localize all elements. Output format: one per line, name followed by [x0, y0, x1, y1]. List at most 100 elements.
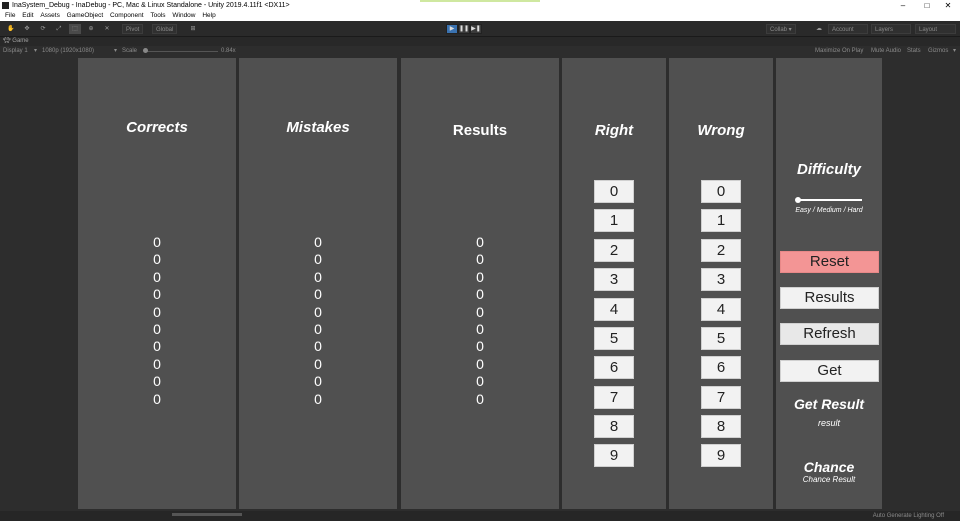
mistakes-value: 0: [314, 268, 322, 285]
wrong-button-5[interactable]: 5: [701, 327, 741, 350]
rect-tool-icon[interactable]: ⬚: [69, 24, 81, 34]
cloud-icon[interactable]: ☁: [812, 24, 826, 34]
window-title-bar: InaSystem_Debug - InaDebug - PC, Mac & L…: [0, 0, 960, 11]
results-button[interactable]: Results: [780, 287, 879, 309]
wrong-button-2[interactable]: 2: [701, 239, 741, 262]
difficulty-slider-track[interactable]: [798, 199, 862, 201]
results-panel: Results 0 0 0 0 0 0 0 0 0 0: [401, 58, 559, 509]
mistakes-value: 0: [314, 355, 322, 372]
menu-window[interactable]: Window: [172, 11, 195, 21]
right-button-7[interactable]: 7: [594, 386, 634, 409]
menu-file[interactable]: File: [5, 11, 15, 21]
game-tab[interactable]: 👾︎ Game: [0, 37, 960, 46]
move-tool-icon[interactable]: ✥: [22, 24, 32, 34]
right-button-8[interactable]: 8: [594, 415, 634, 438]
hand-tool-icon[interactable]: ✋: [6, 24, 16, 34]
right-button-6[interactable]: 6: [594, 356, 634, 379]
wrong-button-9[interactable]: 9: [701, 444, 741, 467]
right-button-5[interactable]: 5: [594, 327, 634, 350]
horizontal-scrollbar[interactable]: [172, 513, 242, 516]
menu-bar: File Edit Assets GameObject Component To…: [0, 11, 960, 21]
corrects-value: 0: [153, 303, 161, 320]
gizmos-dropdown[interactable]: Gizmos: [928, 46, 948, 56]
results-value: 0: [476, 355, 484, 372]
rotate-tool-icon[interactable]: ⟳: [38, 24, 48, 34]
mistakes-values: 0 0 0 0 0 0 0 0 0 0: [239, 234, 397, 408]
chance-title: Chance: [803, 459, 855, 475]
chance-value: Chance Result: [802, 475, 856, 484]
wrong-button-7[interactable]: 7: [701, 386, 741, 409]
corrects-value: 0: [153, 338, 161, 355]
menu-help[interactable]: Help: [202, 11, 215, 21]
right-button-9[interactable]: 9: [594, 444, 634, 467]
global-toggle[interactable]: Global: [152, 24, 178, 34]
difficulty-slider-handle[interactable]: [795, 197, 801, 203]
scale-slider-track[interactable]: [146, 51, 218, 52]
wrong-button-0[interactable]: 0: [701, 180, 741, 203]
right-title: Right: [594, 122, 634, 139]
pivot-toggle[interactable]: Pivot: [122, 24, 144, 34]
dropdown-arrow-icon: ▾: [953, 48, 957, 54]
corrects-value: 0: [153, 355, 161, 372]
window-title: InaSystem_Debug - InaDebug - PC, Mac & L…: [12, 2, 290, 9]
wrong-panel: Wrong 0 1 2 3 4 5 6 7 8 9: [669, 58, 773, 509]
corrects-value: 0: [153, 320, 161, 337]
results-value: 0: [476, 338, 484, 355]
right-button-2[interactable]: 2: [594, 239, 634, 262]
title-highlight: [420, 0, 540, 2]
right-button-0[interactable]: 0: [594, 180, 634, 203]
account-dropdown[interactable]: Account: [828, 24, 868, 34]
corrects-value: 0: [153, 286, 161, 303]
scale-tool-icon[interactable]: ⤢: [54, 24, 64, 34]
minimize-button[interactable]: –: [893, 0, 913, 11]
pause-icon[interactable]: ❚❚: [458, 24, 470, 34]
wrong-button-6[interactable]: 6: [701, 356, 741, 379]
wrong-button-8[interactable]: 8: [701, 415, 741, 438]
corrects-value: 0: [153, 251, 161, 268]
corrects-value: 0: [153, 373, 161, 390]
reset-button[interactable]: Reset: [780, 251, 879, 273]
scale-value: 0.84x: [221, 48, 236, 54]
results-value: 0: [476, 373, 484, 390]
layers-dropdown[interactable]: Layers: [871, 24, 911, 34]
menu-edit[interactable]: Edit: [22, 11, 33, 21]
menu-gameobject[interactable]: GameObject: [67, 11, 104, 21]
unity-icon: [2, 2, 9, 9]
corrects-value: 0: [153, 268, 161, 285]
menu-component[interactable]: Component: [110, 11, 144, 21]
stats-toggle[interactable]: Stats: [907, 46, 921, 56]
snap-icon[interactable]: ⊞: [188, 24, 198, 34]
scale-slider-handle[interactable]: [143, 48, 148, 53]
menu-tools[interactable]: Tools: [150, 11, 165, 21]
get-result-title: Get Result: [793, 396, 864, 412]
corrects-title: Corrects: [126, 119, 188, 136]
maximize-button[interactable]: □: [917, 0, 937, 11]
wrong-button-1[interactable]: 1: [701, 209, 741, 232]
results-value: 0: [476, 286, 484, 303]
layout-dropdown[interactable]: Layout: [915, 24, 956, 34]
wrong-button-3[interactable]: 3: [701, 268, 741, 291]
right-button-3[interactable]: 3: [594, 268, 634, 291]
mute-audio-toggle[interactable]: Mute Audio: [871, 46, 901, 56]
step-icon[interactable]: ▶❚: [470, 24, 482, 34]
mistakes-panel: Mistakes 0 0 0 0 0 0 0 0 0 0: [239, 58, 397, 509]
difficulty-title: Difficulty: [797, 161, 861, 178]
right-button-1[interactable]: 1: [594, 209, 634, 232]
play-icon[interactable]: ▶: [446, 24, 458, 34]
menu-assets[interactable]: Assets: [40, 11, 60, 21]
custom-tool-icon[interactable]: ✕: [102, 24, 112, 34]
wrong-button-4[interactable]: 4: [701, 298, 741, 321]
game-tab-label: Game: [12, 38, 29, 44]
results-values: 0 0 0 0 0 0 0 0 0 0: [401, 234, 559, 408]
maximize-on-play-toggle[interactable]: Maximize On Play: [815, 46, 863, 56]
dropdown-arrow-icon: ▾: [34, 48, 38, 54]
collab-dropdown[interactable]: Collab ▾: [766, 24, 796, 34]
right-button-4[interactable]: 4: [594, 298, 634, 321]
display-dropdown[interactable]: Display 1: [3, 46, 28, 56]
corrects-value: 0: [153, 390, 161, 407]
refresh-button[interactable]: Refresh: [780, 323, 879, 345]
transform-tool-icon[interactable]: ⊕: [86, 24, 96, 34]
resolution-dropdown[interactable]: 1080p (1920x1080): [42, 46, 94, 56]
get-button[interactable]: Get: [780, 360, 879, 382]
close-button[interactable]: ✕: [938, 0, 958, 11]
